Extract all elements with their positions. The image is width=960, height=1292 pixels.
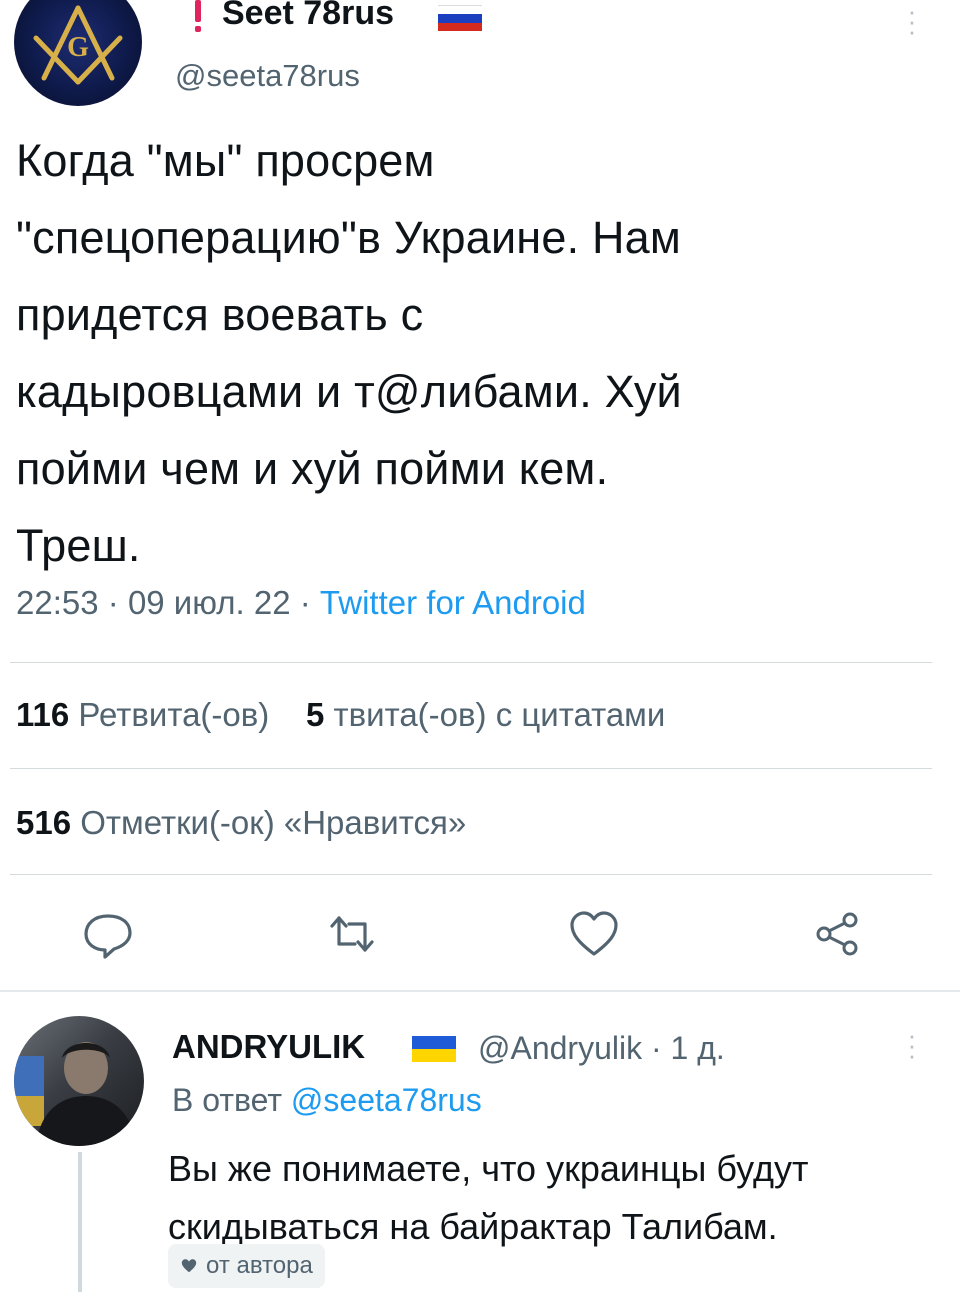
reply-author-handle[interactable]: @Andryulik xyxy=(478,1030,642,1066)
meta-separator: · xyxy=(299,584,311,621)
author-display-name[interactable]: Seet 78rus xyxy=(222,0,394,33)
person-photo-icon xyxy=(14,1042,136,1146)
meta-separator: · xyxy=(650,1030,662,1066)
thread-line xyxy=(78,1152,82,1292)
tweet-date[interactable]: 09 июл. 22 xyxy=(128,584,291,621)
reply-author-avatar[interactable] xyxy=(14,1016,144,1146)
reply-age[interactable]: 1 д. xyxy=(671,1030,725,1066)
reply-text: Вы же понимаете, что украинцы будут скид… xyxy=(168,1148,809,1247)
reply-more-options-icon[interactable]: · · · xyxy=(906,1022,918,1068)
tweet-time: 22:53 xyxy=(16,584,99,621)
quotes-label: твита(-ов) с цитатами xyxy=(333,696,666,733)
meta-separator: · xyxy=(107,584,119,621)
tweet-text: Когда "мы" просрем "спецоперацию"в Украи… xyxy=(16,135,682,571)
author-handle[interactable]: @seeta78rus xyxy=(175,58,360,94)
retweet-stats[interactable]: 116 Ретвита(-ов) 5 твита(-ов) с цитатами xyxy=(16,696,665,734)
retweet-icon[interactable] xyxy=(322,904,382,964)
reply-meta: @Andryulik · 1 д. xyxy=(478,1030,725,1067)
likes-count: 516 xyxy=(16,804,72,841)
warning-icon xyxy=(192,0,204,34)
retweets-count: 116 xyxy=(16,696,70,733)
heart-filled-icon xyxy=(181,1259,197,1273)
reply-author-display-name[interactable]: ANDRYULIK xyxy=(172,1028,365,1066)
divider xyxy=(10,662,932,663)
author-avatar[interactable]: G xyxy=(14,0,142,106)
reply-prefix: В ответ xyxy=(172,1082,283,1118)
retweets-label: Ретвита(-ов) xyxy=(78,696,270,733)
russian-flag-icon xyxy=(438,5,482,31)
svg-text:G: G xyxy=(67,32,89,63)
divider xyxy=(10,768,932,769)
masonic-emblem-icon: G xyxy=(33,5,123,85)
share-icon[interactable] xyxy=(808,904,868,964)
tweet-separator xyxy=(0,990,960,992)
reply-to-handle-link[interactable]: @seeta78rus xyxy=(291,1082,482,1118)
tweet-source-link[interactable]: Twitter for Android xyxy=(320,584,586,621)
badge-label: от автора xyxy=(206,1252,313,1279)
divider xyxy=(10,874,932,875)
tweet-meta: 22:53 · 09 июл. 22 · Twitter for Android xyxy=(16,584,586,622)
like-stats[interactable]: 516 Отметки(-ок) «Нравится» xyxy=(16,804,466,842)
like-icon[interactable] xyxy=(564,904,624,964)
reply-icon[interactable] xyxy=(78,904,138,964)
ukrainian-flag-icon xyxy=(412,1036,456,1062)
quotes-count: 5 xyxy=(305,696,325,733)
more-options-icon[interactable]: · · · xyxy=(906,0,918,44)
reply-to-line: В ответ @seeta78rus xyxy=(172,1082,482,1119)
likes-label: Отметки(-ок) «Нравится» xyxy=(80,804,467,841)
author-liked-badge: от автора xyxy=(168,1244,325,1288)
